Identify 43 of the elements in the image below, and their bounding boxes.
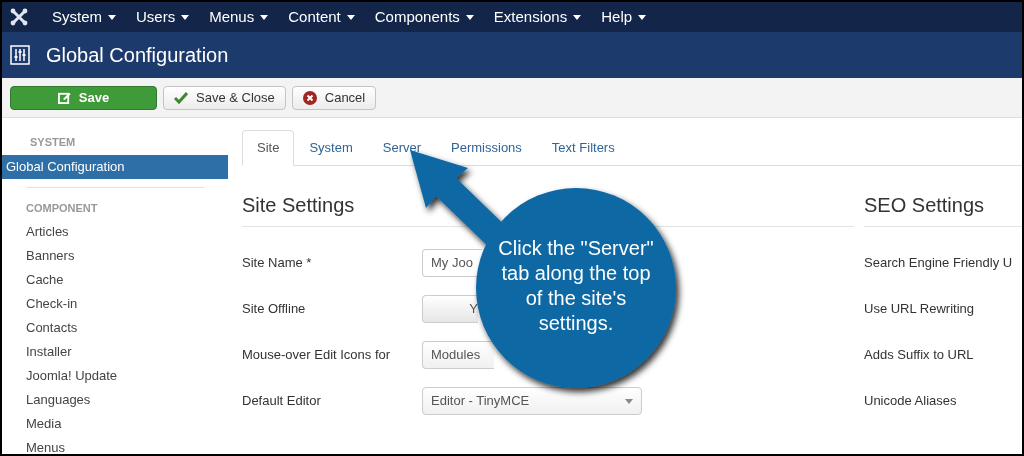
offline-toggle-button[interactable]: Y [422,295,478,323]
menu-item[interactable]: Help [601,5,647,29]
cancel-button[interactable]: Cancel [291,85,377,110]
select-field[interactable]: Modules [422,341,494,369]
menu-item[interactable]: Menus [209,5,269,29]
sidebar-item[interactable]: Menus [26,436,204,454]
sidebar-item[interactable]: Banners [26,244,204,268]
sidebar-item[interactable]: Articles [26,220,204,244]
sidebar-item[interactable]: Global Configuration [2,154,228,179]
menu-item[interactable]: Extensions [493,5,582,29]
tab[interactable]: Server [367,130,437,166]
page-title: Global Configuration [46,43,229,68]
field-label: Site Offline [242,300,307,319]
sidebar-heading: COMPONENT [26,200,99,216]
sidebar-item[interactable]: Contacts [26,316,204,340]
tab[interactable]: Site [242,130,295,166]
select-field[interactable]: Editor - TinyMCE [422,387,642,415]
callout-text: Click the "Server" tab along the top of the site's settings. [497,236,655,336]
save-button[interactable]: Save [10,85,157,110]
sidebar-heading: SYSTEM [29,135,77,150]
sidebar-item[interactable]: Cache [26,268,204,292]
field-label: Search Engine Friendly U [864,254,1013,273]
menu-item[interactable]: Content [288,5,355,29]
sidebar-item[interactable]: Check-in [26,292,204,316]
sidebar-item[interactable]: Languages [26,388,204,412]
tab[interactable]: Permissions [436,130,537,166]
field-label: Adds Suffix to URL [864,346,974,365]
tab[interactable]: System [294,130,368,166]
section-heading: SEO Settings [864,190,1022,227]
field-label: Mouse-over Edit Icons for [242,346,392,365]
sidebar-item[interactable]: Installer [26,340,204,364]
field-label: Use URL Rewriting [864,300,975,319]
site-name-field[interactable]: My Joo [422,249,482,277]
menu-item[interactable]: Components [374,5,474,29]
save-close-button[interactable]: Save & Close [163,85,286,110]
sidebar-item[interactable]: Joomla! Update [26,364,204,388]
tab[interactable]: Text Filters [536,130,630,166]
menu-item[interactable]: Users [136,5,190,29]
field-label: Default Editor [242,392,322,411]
field-label: Site Name * [242,254,313,273]
sidebar-item[interactable]: Media [26,412,204,436]
menu-item[interactable]: System [52,5,116,29]
field-label: Unicode Aliases [864,392,957,411]
